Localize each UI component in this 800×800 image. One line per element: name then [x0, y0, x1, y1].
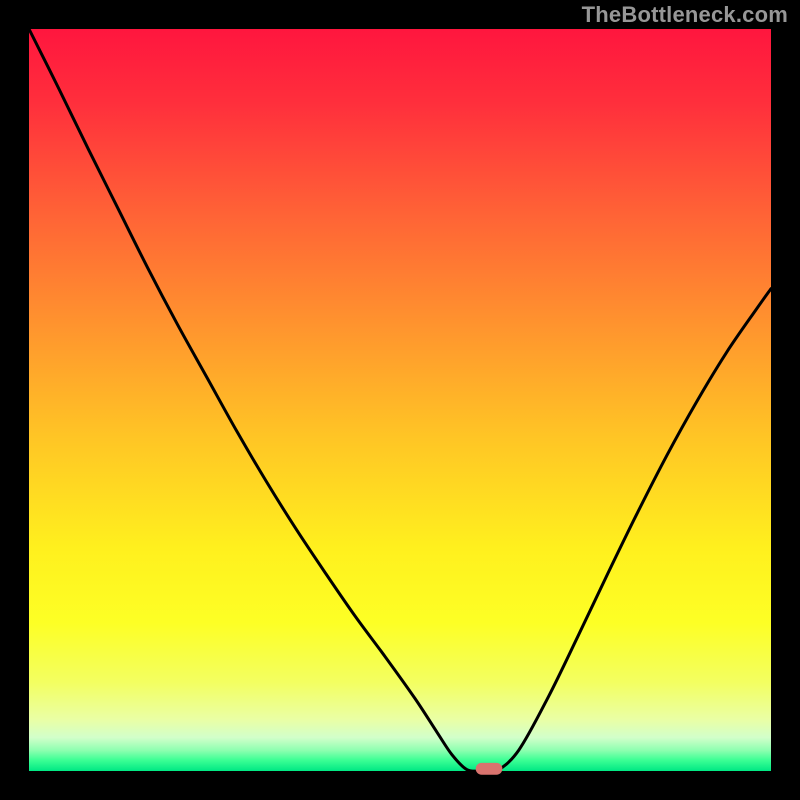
chart-svg	[0, 0, 800, 800]
optimal-point-marker	[476, 763, 503, 775]
plot-background	[29, 29, 771, 771]
chart-frame: TheBottleneck.com	[0, 0, 800, 800]
